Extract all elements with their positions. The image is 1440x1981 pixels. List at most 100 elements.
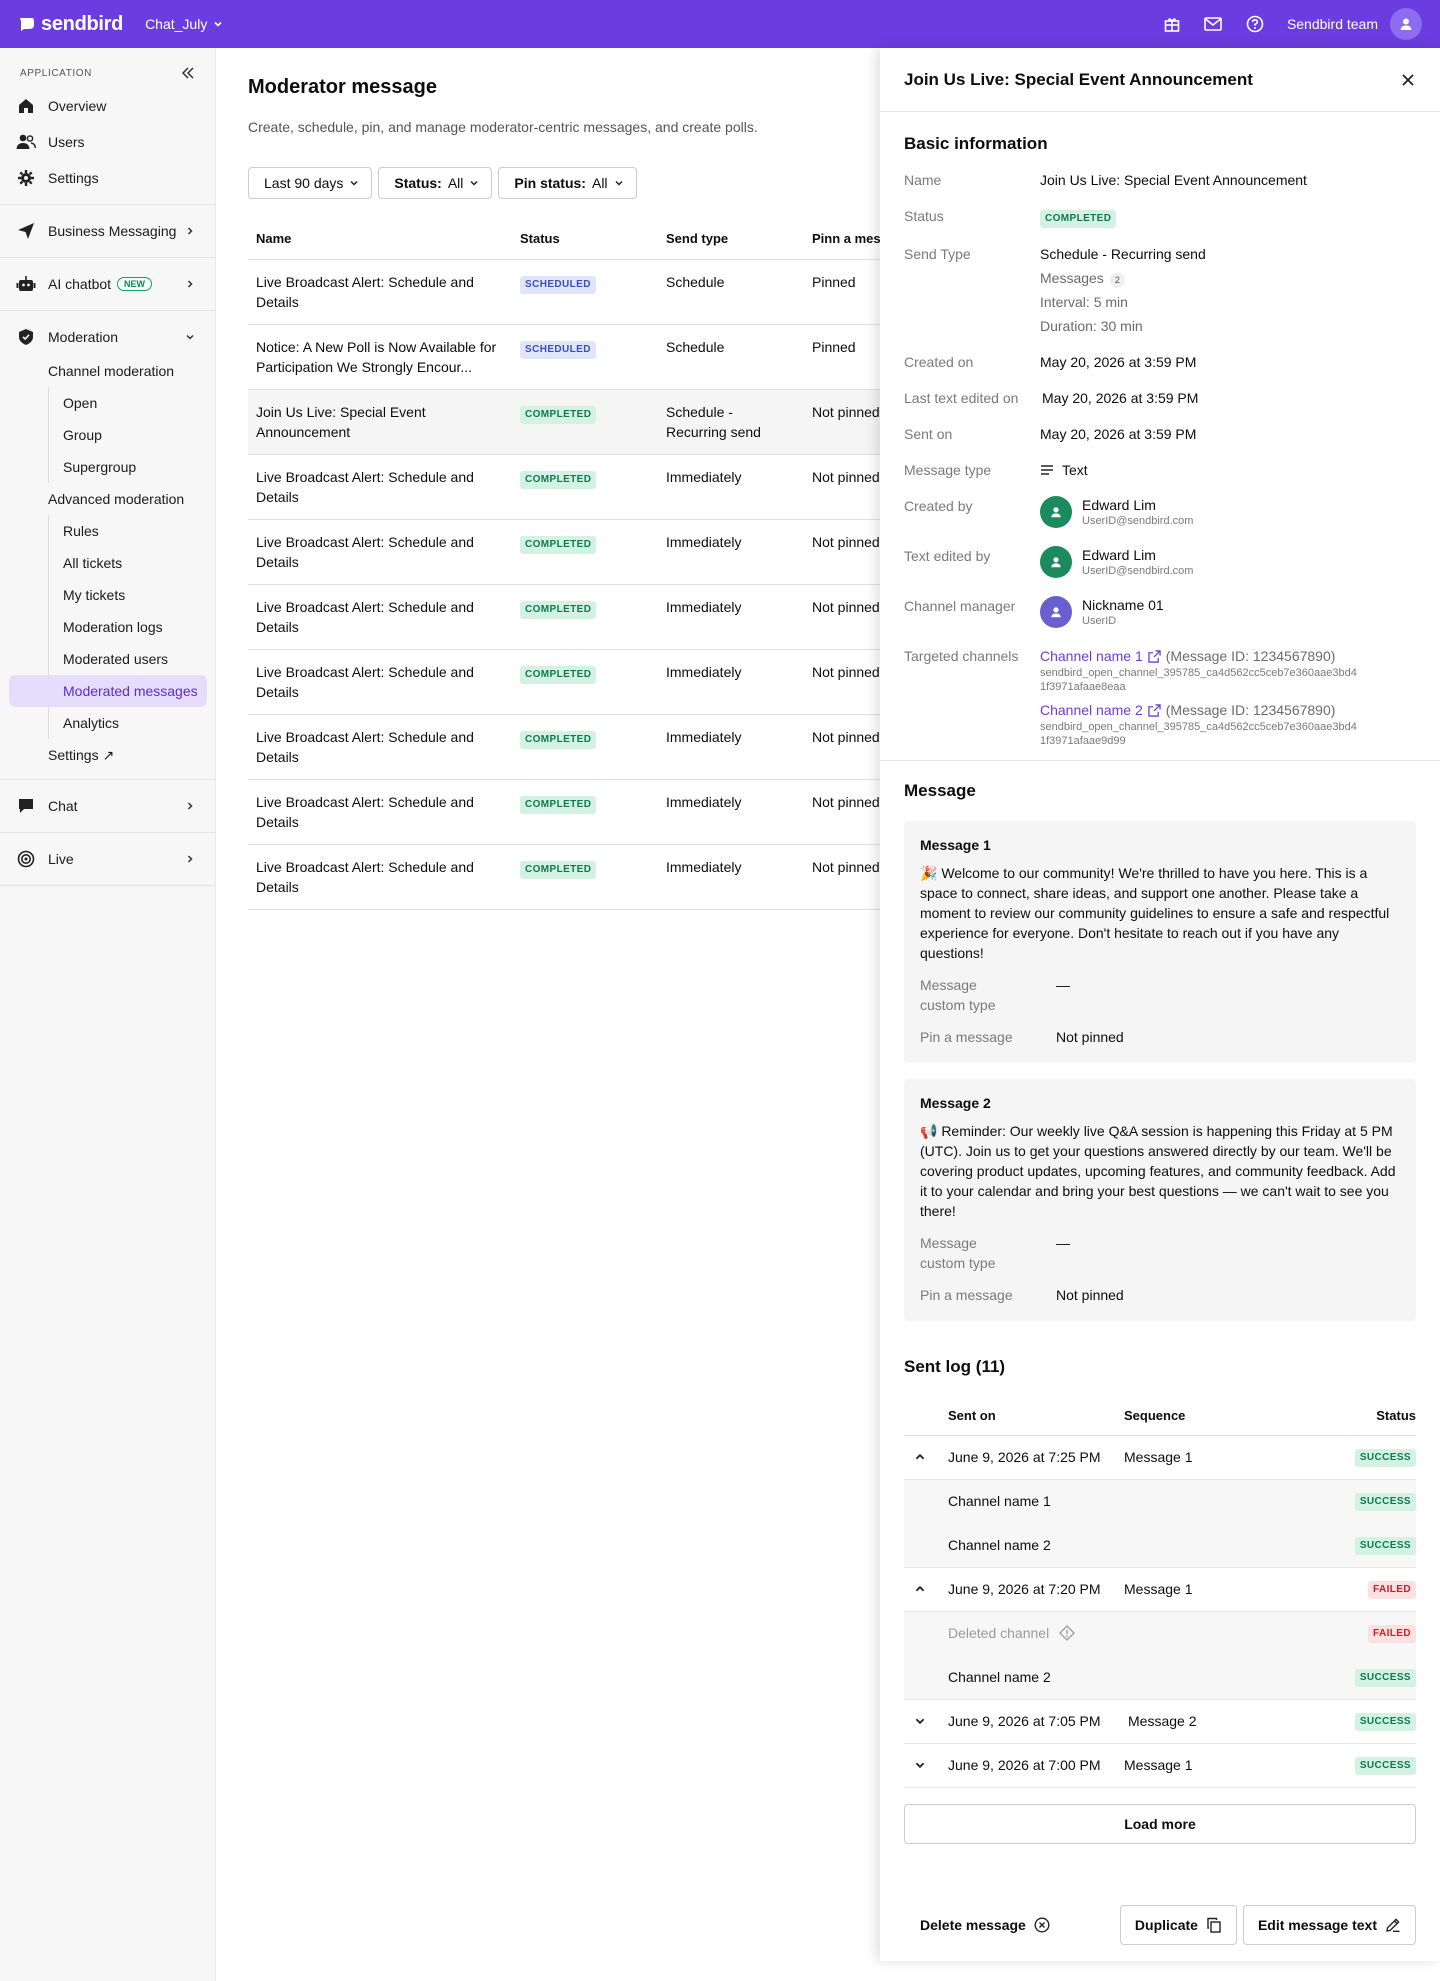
sent-log-row[interactable]: June 9, 2026 at 7:00 PM Message 1 SUCCESS [904,1743,1416,1788]
column-header-pin[interactable]: Pinn a mess [804,219,888,260]
channel-manager-user[interactable]: Nickname 01 UserID [1040,596,1416,628]
table-header: Name Status Send type Pinn a mess [248,219,888,260]
external-link-icon[interactable] [1148,649,1161,663]
gift-icon[interactable] [1163,15,1181,33]
sidebar-item-moderated-users[interactable]: Moderated users [49,643,215,675]
status-filter[interactable]: Status: All [378,167,493,199]
pin-status-filter[interactable]: Pin status: All [498,167,637,199]
sidebar-label-users: Users [48,134,85,150]
row-pin-status: Pinned [812,338,856,355]
table-row[interactable]: Live Broadcast Alert: Schedule and Detai… [248,584,888,650]
row-pin-status: Not pinned [812,468,880,485]
sendbird-logo[interactable]: sendbird [18,13,123,36]
interval-value: Interval: 5 min [1040,294,1128,310]
row-name: Live Broadcast Alert: Schedule and Detai… [256,598,474,635]
table-row[interactable]: Live Broadcast Alert: Schedule and Detai… [248,714,888,780]
duplicate-button[interactable]: Duplicate [1119,1905,1237,1945]
edited-by-user[interactable]: Edward Lim UserID@sendbird.com [1040,546,1416,578]
channel-manager-id: UserID [1082,615,1117,627]
table-row[interactable]: Live Broadcast Alert: Schedule and Detai… [248,454,888,520]
sidebar-divider [0,257,215,258]
chevron-down-icon[interactable] [914,1759,926,1771]
custom-type-value: — [1056,977,1070,993]
table-row[interactable]: Join Us Live: Special Event Announcement… [248,389,888,455]
delete-message-button[interactable]: Delete message [904,1905,1064,1945]
row-send-type: Immediately [666,793,742,810]
mail-icon[interactable] [1203,15,1223,33]
sidebar-item-moderation[interactable]: Moderation [0,319,215,355]
sent-log-row[interactable]: June 9, 2026 at 7:25 PM Message 1 SUCCESS [904,1435,1416,1480]
row-status-badge: COMPLETED [520,860,597,879]
table-row[interactable]: Live Broadcast Alert: Schedule and Detai… [248,779,888,845]
sidebar-item-open[interactable]: Open [49,387,215,419]
created-on-value: May 20, 2026 at 3:59 PM [1040,354,1197,370]
sidebar-item-advanced-moderation[interactable]: Advanced moderation [0,483,215,515]
status-row: Status COMPLETED [904,206,1416,228]
sidebar-item-moderation-logs[interactable]: Moderation logs [49,611,215,643]
log-sequence: Message 1 [1124,1449,1193,1465]
column-header-status[interactable]: Status [512,219,658,260]
sidebar-item-rules[interactable]: Rules [49,515,215,547]
sidebar-item-chat[interactable]: Chat [0,788,215,824]
sidebar-label-business-messaging: Business Messaging [48,223,177,239]
sent-on-value: May 20, 2026 at 3:59 PM [1040,426,1197,442]
sidebar-item-analytics[interactable]: Analytics [49,707,215,739]
app-switcher[interactable]: Chat_July [145,16,223,32]
channel-1-link[interactable]: Channel name 1 [1040,646,1143,666]
sidebar-item-all-tickets[interactable]: All tickets [49,547,215,579]
sidebar-item-supergroup[interactable]: Supergroup [49,451,215,483]
targeted-channels-row: Targeted channels Channel name 1 (Messag… [904,646,1416,748]
created-by-id: UserID@sendbird.com [1082,515,1194,527]
table-row[interactable]: Live Broadcast Alert: Schedule and Detai… [248,649,888,715]
row-send-type: Immediately [666,468,742,485]
sidebar-item-channel-moderation[interactable]: Channel moderation [0,355,215,387]
sent-log-row[interactable]: June 9, 2026 at 7:20 PM Message 1 FAILED [904,1567,1416,1612]
sidebar-item-moderated-messages[interactable]: Moderated messages [9,675,207,707]
help-icon[interactable] [1245,14,1265,34]
user-avatar[interactable] [1390,8,1422,40]
sidebar-item-settings[interactable]: Settings [0,160,215,196]
sidebar-item-overview[interactable]: Overview [0,88,215,124]
log-channel-name: Channel name 2 [948,1536,1051,1553]
row-name: Join Us Live: Special Event Announcement [256,403,426,440]
column-header-send-type[interactable]: Send type [658,219,804,260]
channel-2-link[interactable]: Channel name 2 [1040,700,1143,720]
log-status-badge: FAILED [1368,1581,1416,1599]
date-range-filter[interactable]: Last 90 days [248,167,373,199]
status-badge: COMPLETED [1040,210,1117,228]
sidebar-item-moderation-settings[interactable]: Settings ↗ [0,739,215,771]
advanced-moderation-group: Rules All tickets My tickets Moderation … [9,515,215,739]
close-icon[interactable] [1400,72,1416,88]
edited-by-label: Text edited by [904,548,991,564]
table-row[interactable]: Live Broadcast Alert: Schedule and Detai… [248,259,888,325]
sidebar-item-users[interactable]: Users [0,124,215,160]
diamond-info-icon[interactable] [1059,1625,1075,1642]
sidebar-item-live[interactable]: Live [0,841,215,877]
user-icon [1051,607,1061,618]
external-link-icon[interactable] [1148,703,1161,717]
chevron-up-icon[interactable] [914,1451,926,1463]
send-type-row: Send Type Schedule - Recurring send Mess… [904,244,1416,336]
team-menu[interactable]: Sendbird team [1287,8,1422,40]
sidebar-item-my-tickets[interactable]: My tickets [49,579,215,611]
chat-icon [19,799,33,813]
chevron-down-icon[interactable] [914,1715,926,1727]
sidebar-item-group[interactable]: Group [49,419,215,451]
column-header-name[interactable]: Name [248,219,512,260]
messages-count-row: Messages 2 [1040,268,1416,288]
row-name: Live Broadcast Alert: Schedule and Detai… [256,793,474,830]
chevron-up-icon[interactable] [914,1583,926,1595]
load-more-button[interactable]: Load more [904,1803,1416,1844]
table-row[interactable]: Live Broadcast Alert: Schedule and Detai… [248,519,888,585]
drawer-title: Join Us Live: Special Event Announcement [904,69,1253,89]
sidebar-item-business-messaging[interactable]: Business Messaging [0,213,215,249]
sidebar-item-ai-chatbot[interactable]: AI chatbot NEW [0,266,215,302]
collapse-sidebar-icon[interactable] [181,66,195,80]
table-row[interactable]: Live Broadcast Alert: Schedule and Detai… [248,844,888,910]
custom-type-label-cont: custom type [920,1255,996,1271]
sent-log-row[interactable]: June 9, 2026 at 7:05 PM Message 2 SUCCESS [904,1699,1416,1744]
created-by-user[interactable]: Edward Lim UserID@sendbird.com [1040,496,1416,528]
table-row[interactable]: Notice: A New Poll is Now Available for … [248,324,888,390]
edit-message-text-button[interactable]: Edit message text [1242,1905,1416,1945]
channel-2-message-id: (Message ID: 1234567890) [1165,702,1336,718]
